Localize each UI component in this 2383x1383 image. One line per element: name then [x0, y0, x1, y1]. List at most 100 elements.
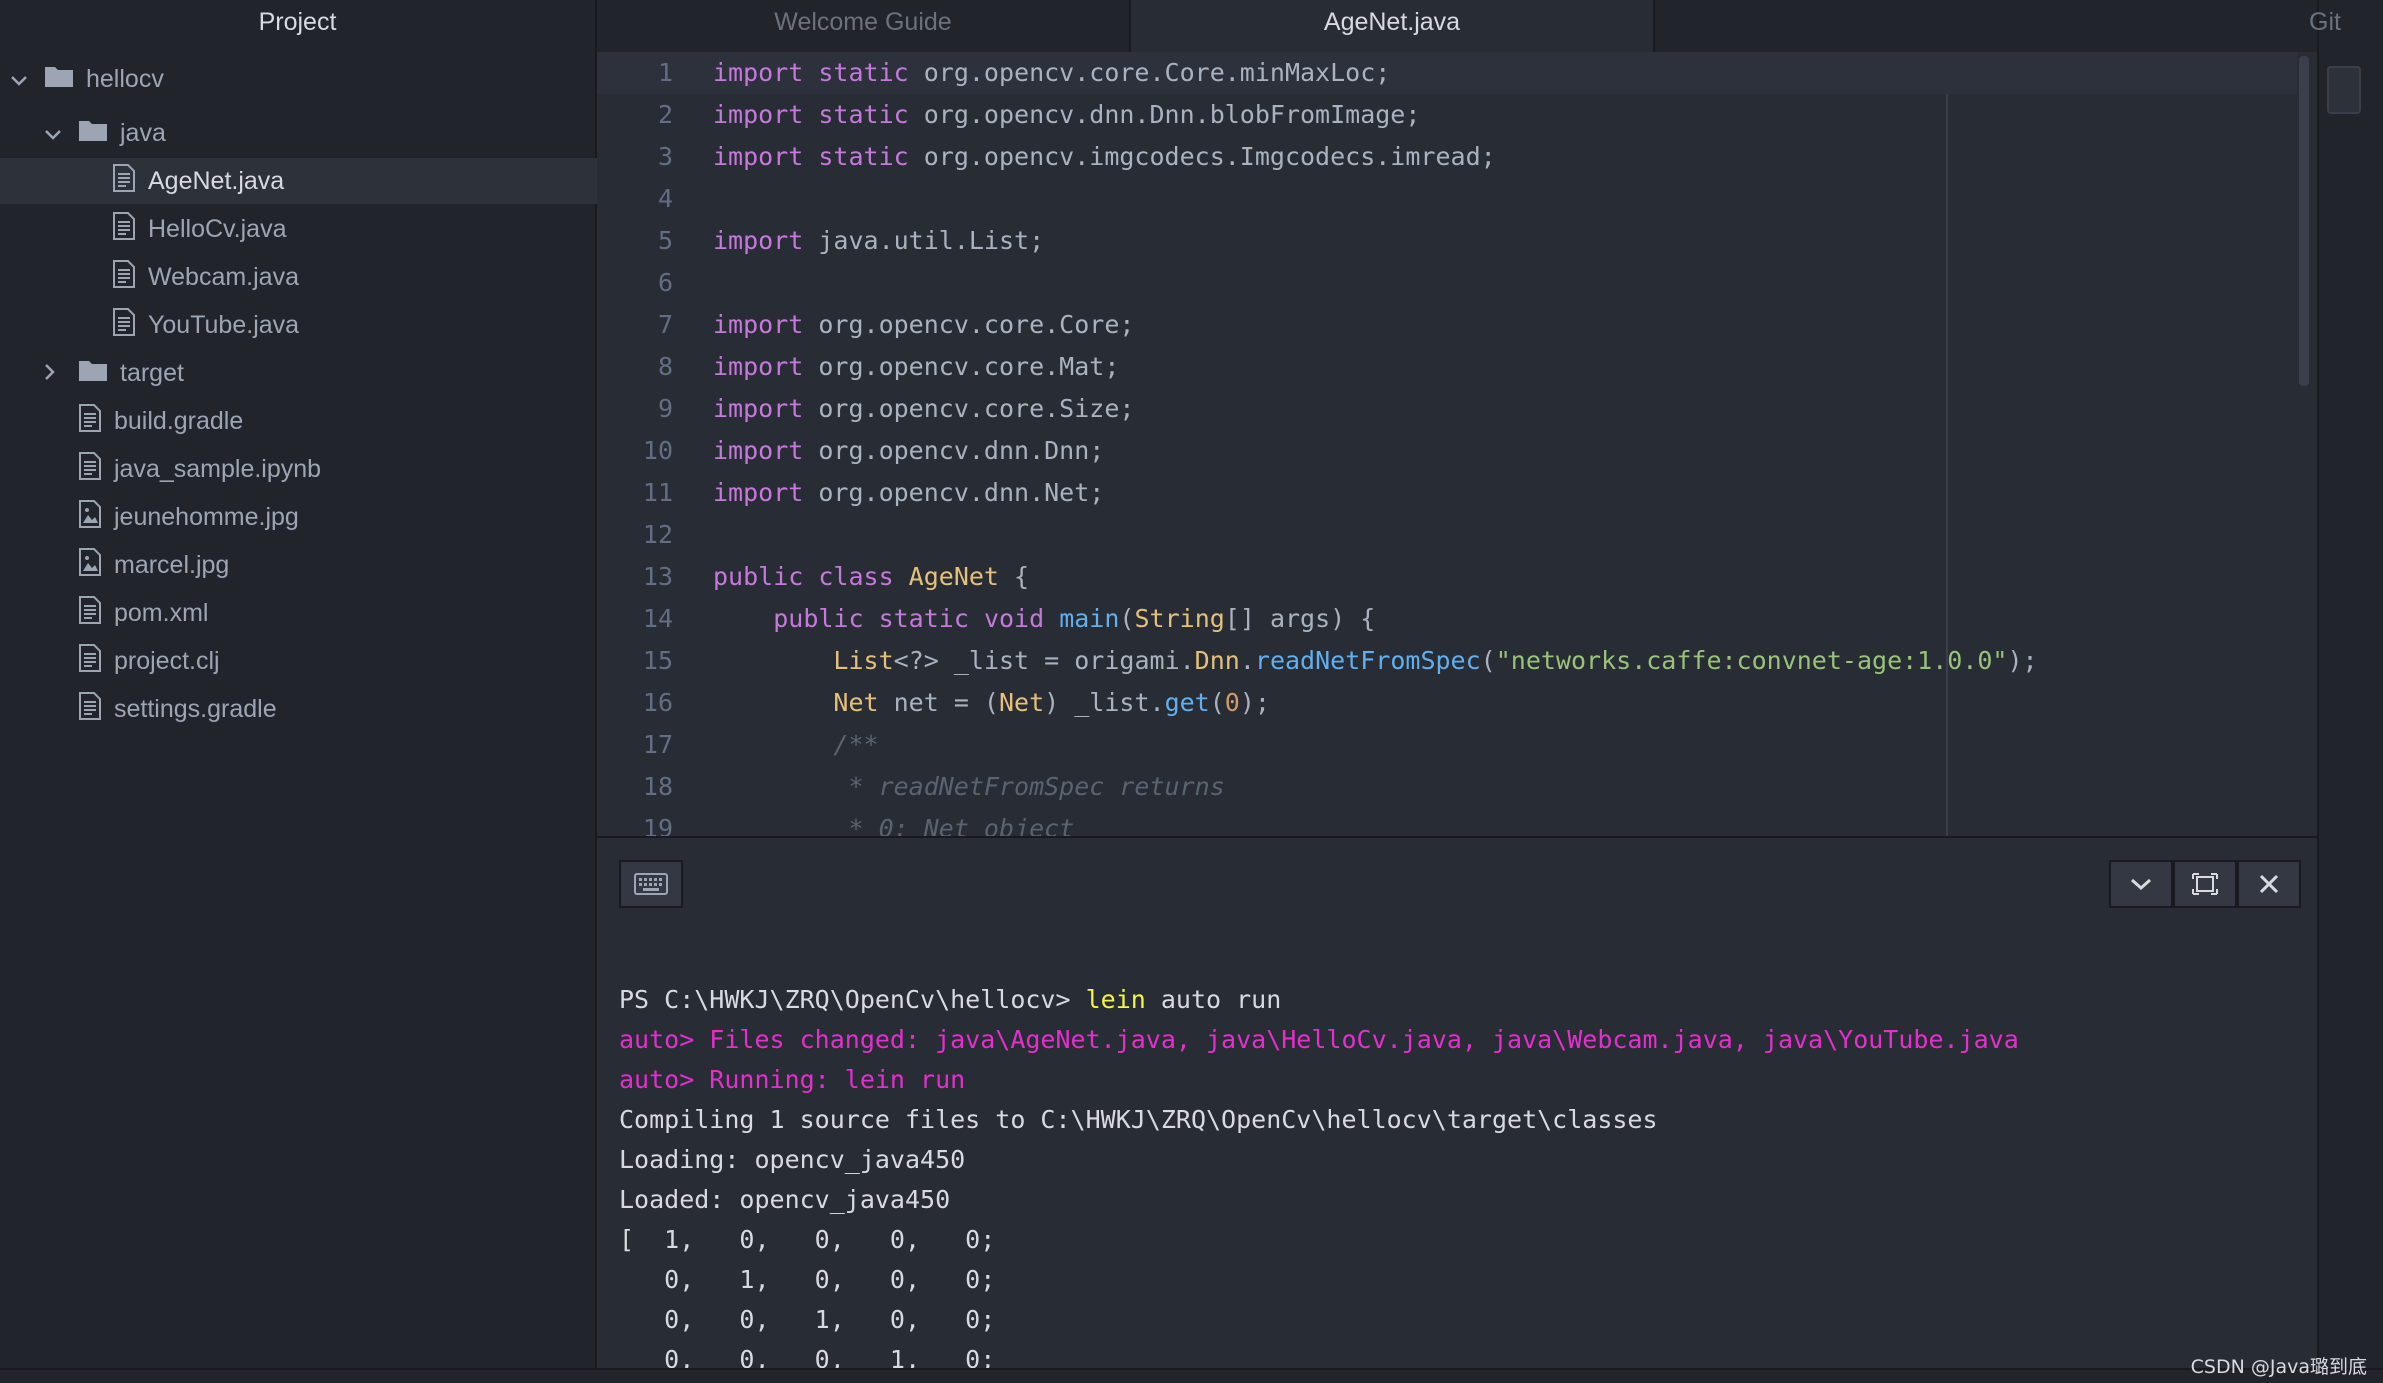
chevron-right-icon[interactable] [44, 359, 78, 388]
keyboard-button[interactable] [619, 860, 683, 908]
code-line[interactable]: 11 import org.opencv.dnn.Net; [597, 472, 2297, 514]
code-line[interactable]: 6 [597, 262, 2297, 304]
code-line[interactable]: 8 import org.opencv.core.Mat; [597, 346, 2297, 388]
line-number: 16 [642, 688, 673, 717]
code-text: * 0: Net object [713, 814, 1075, 836]
file-text-icon [112, 259, 136, 295]
code-line[interactable]: 10 import org.opencv.dnn.Dnn; [597, 430, 2297, 472]
tree-item-label: HelloCv.java [148, 214, 287, 243]
code-text: import org.opencv.core.Core; [713, 310, 1135, 339]
tree-item-label: AgeNet.java [148, 166, 285, 195]
dock-toggle-button[interactable] [2327, 66, 2361, 114]
tab-label: AgeNet.java [1323, 8, 1461, 36]
tree-item-label: jeunehomme.jpg [114, 502, 299, 531]
tree-item-java-sample-ipynb[interactable]: java_sample.ipynb [0, 446, 597, 492]
code-line[interactable]: 1 import static org.opencv.core.Core.minM… [597, 52, 2297, 94]
right-dock: Git [2309, 0, 2383, 1383]
tree-item-project-clj[interactable]: project.clj [0, 638, 597, 684]
code-line[interactable]: 12 [597, 514, 2297, 556]
code-line[interactable]: 15 List<?> _list = origami.Dnn.readNetFr… [597, 640, 2297, 682]
tree-item-youtube-java[interactable]: YouTube.java [0, 302, 597, 348]
code-text: Net net = (Net) _list.get(0); [833, 688, 1270, 717]
line-number: 15 [642, 646, 673, 675]
line-number: 10 [642, 436, 673, 465]
tab-welcome-guide[interactable]: Welcome Guide [597, 0, 1131, 52]
tree-item-java[interactable]: java [0, 110, 597, 156]
code-line[interactable]: 7 import org.opencv.core.Core; [597, 304, 2297, 346]
code-line[interactable]: 3 import static org.opencv.imgcodecs.Imgc… [597, 136, 2297, 178]
tab-agenet-java[interactable]: AgeNet.java [1131, 0, 1655, 52]
code-line[interactable]: 17 /** [597, 724, 2297, 766]
tree-item-hellocv[interactable]: hellocv [0, 56, 597, 102]
tree-item-label: marcel.jpg [114, 550, 230, 579]
line-number: 17 [642, 730, 673, 759]
code-text: public static void main(String[] args) { [773, 604, 1376, 633]
tree-item-label: java [120, 118, 166, 147]
line-number: 19 [642, 814, 673, 836]
code-line[interactable]: 2 import static org.opencv.dnn.Dnn.blobFr… [597, 94, 2297, 136]
code-text: List<?> _list = origami.Dnn.readNetFromS… [833, 646, 2038, 675]
code-line[interactable]: 14 public static void main(String[] args… [597, 598, 2297, 640]
line-number: 7 [657, 310, 673, 339]
terminal-panel[interactable]: PS C:\HWKJ\ZRQ\OpenCv\hellocv> lein auto… [597, 836, 2317, 1374]
terminal-line: PS C:\HWKJ\ZRQ\OpenCv\hellocv> lein auto… [619, 985, 1282, 1014]
maximize-terminal-button[interactable] [2173, 860, 2237, 908]
status-bar [0, 1368, 2383, 1383]
code-line[interactable]: 18 * readNetFromSpec returns [597, 766, 2297, 808]
folder-icon [78, 118, 108, 149]
terminal-line: Loaded: opencv_java450 [619, 1185, 951, 1214]
code-text: /** [713, 730, 879, 759]
code-editor[interactable]: 1 import static org.opencv.core.Core.minM… [597, 52, 2317, 836]
folder-icon [78, 358, 108, 389]
code-line[interactable]: 13 public class AgeNet { [597, 556, 2297, 598]
tree-item-label: target [120, 358, 184, 387]
git-panel-tab[interactable]: Git [2309, 8, 2341, 37]
tree-item-label: pom.xml [114, 598, 209, 627]
code-line[interactable]: 9 import org.opencv.core.Size; [597, 388, 2297, 430]
tree-item-build-gradle[interactable]: build.gradle [0, 398, 597, 444]
tree-item-label: YouTube.java [148, 310, 300, 339]
code-text: public class AgeNet { [713, 562, 1030, 591]
close-icon [2259, 874, 2279, 894]
terminal-line: auto> Files changed: java\AgeNet.java, j… [619, 1025, 2019, 1054]
close-terminal-button[interactable] [2237, 860, 2301, 908]
file-text-icon [112, 163, 136, 199]
tree-item-label: Webcam.java [148, 262, 299, 291]
file-text-icon [78, 691, 102, 727]
code-line[interactable]: 16 Net net = (Net) _list.get(0); [597, 682, 2297, 724]
chevron-down-icon[interactable] [44, 119, 78, 148]
tree-item-label: project.clj [114, 646, 220, 675]
tree-item-pom-xml[interactable]: pom.xml [0, 590, 597, 636]
code-text: import static org.opencv.core.Core.minMa… [713, 58, 1391, 87]
code-text: import org.opencv.core.Mat; [713, 352, 1120, 381]
tree-item-hellocv-java[interactable]: HelloCv.java [0, 206, 597, 252]
tree-item-target[interactable]: target [0, 350, 597, 396]
file-image-icon [78, 499, 102, 535]
terminal-line: auto> Running: lein run [619, 1065, 966, 1094]
code-line[interactable]: 4 [597, 178, 2297, 220]
code-text: import static org.opencv.imgcodecs.Imgco… [713, 142, 1496, 171]
collapse-terminal-button[interactable] [2109, 860, 2173, 908]
editor-scrollbar[interactable] [2299, 56, 2309, 386]
tree-item-settings-gradle[interactable]: settings.gradle [0, 686, 597, 732]
folder-icon [44, 64, 74, 95]
terminal-line: Loading: opencv_java450 [619, 1145, 966, 1174]
line-number: 18 [642, 772, 673, 801]
tree-item-webcam-java[interactable]: Webcam.java [0, 254, 597, 300]
file-image-icon [78, 547, 102, 583]
tree-item-jeunehomme-jpg[interactable]: jeunehomme.jpg [0, 494, 597, 540]
line-number: 14 [642, 604, 673, 633]
line-number: 8 [657, 352, 673, 381]
project-panel-title: Project [258, 8, 337, 36]
chevron-down-icon[interactable] [10, 65, 44, 94]
tree-item-label: java_sample.ipynb [114, 454, 322, 483]
terminal-line: 0, 1, 0, 0, 0; [619, 1265, 996, 1294]
line-number: 2 [657, 100, 673, 129]
code-line[interactable]: 19 * 0: Net object [597, 808, 2297, 836]
project-tree-panel: Project hellocv java AgeNet.java HelloCv.ja… [0, 0, 597, 1383]
tree-item-marcel-jpg[interactable]: marcel.jpg [0, 542, 597, 588]
code-line[interactable]: 5 import java.util.List; [597, 220, 2297, 262]
code-text: import org.opencv.core.Size; [713, 394, 1135, 423]
line-number: 1 [657, 58, 673, 87]
tree-item-agenet-java[interactable]: AgeNet.java [0, 158, 597, 204]
